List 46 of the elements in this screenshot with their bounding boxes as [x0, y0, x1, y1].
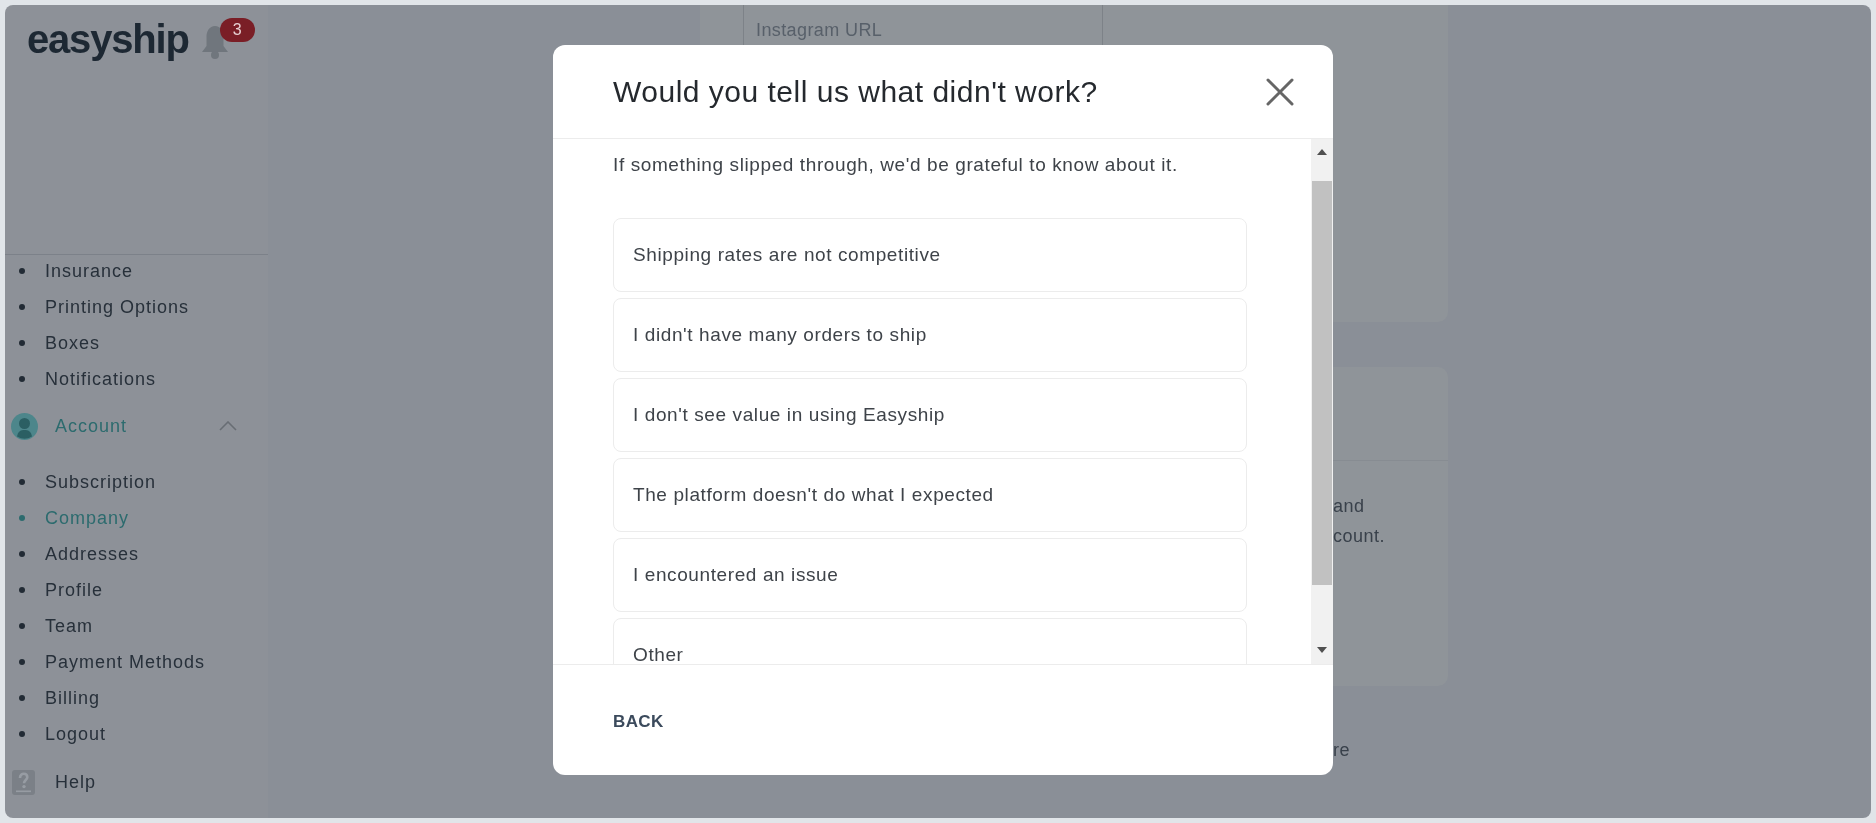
- sidebar-link[interactable]: Boxes: [45, 332, 101, 354]
- page-text: re: [1333, 740, 1350, 760]
- bullet-icon: [19, 304, 25, 310]
- bullet-icon: [19, 515, 25, 521]
- sidebar-link[interactable]: Addresses: [45, 543, 140, 565]
- sidebar-link[interactable]: Profile: [45, 579, 104, 601]
- option-button[interactable]: Shipping rates are not competitive: [613, 218, 1247, 292]
- sidebar-link[interactable]: Payment Methods: [45, 651, 206, 673]
- help-icon: [12, 769, 35, 795]
- bullet-icon: [19, 587, 25, 593]
- bullet-icon: [19, 376, 25, 382]
- sidebar-link[interactable]: Logout: [45, 723, 107, 745]
- bullet-icon: [19, 695, 25, 701]
- sidebar-link[interactable]: Insurance: [45, 260, 134, 282]
- bullet-icon: [19, 731, 25, 737]
- modal-title: Would you tell us what didn't work?: [613, 74, 1098, 109]
- bullet-icon: [19, 479, 25, 485]
- scroll-up-icon[interactable]: [1317, 149, 1327, 155]
- option-button[interactable]: The platform doesn't do what I expected: [613, 458, 1247, 532]
- card-text: count.: [1333, 525, 1386, 548]
- notification-badge: 3: [219, 18, 255, 42]
- option-button[interactable]: Other: [613, 618, 1247, 664]
- option-button[interactable]: I don't see value in using Easyship: [613, 378, 1247, 452]
- sidebar-link[interactable]: Billing: [45, 687, 101, 709]
- close-button[interactable]: [1266, 77, 1294, 106]
- card-text: and: [1333, 495, 1365, 518]
- bell-icon[interactable]: [200, 25, 229, 59]
- bullet-icon: [19, 268, 25, 274]
- option-button[interactable]: I encountered an issue: [613, 538, 1247, 612]
- bullet-icon: [19, 659, 25, 665]
- logo[interactable]: easyship: [27, 19, 189, 59]
- sidebar-link[interactable]: Team: [45, 615, 93, 637]
- sidebar-link[interactable]: Printing Options: [45, 296, 190, 318]
- sidebar-link[interactable]: Subscription: [45, 471, 157, 493]
- scrollbar-thumb[interactable]: [1312, 181, 1332, 585]
- scrollbar-track[interactable]: [1311, 139, 1333, 664]
- bullet-icon: [19, 340, 25, 346]
- sidebar-link[interactable]: Notifications: [45, 368, 157, 390]
- modal-subtitle: If something slipped through, we'd be grateful to know about it.: [613, 153, 1179, 177]
- user-avatar-icon: [11, 412, 38, 440]
- help-link[interactable]: Help: [5, 752, 97, 812]
- bullet-icon: [19, 551, 25, 557]
- bullet-icon: [19, 623, 25, 629]
- option-button[interactable]: I didn't have many orders to ship: [613, 298, 1247, 372]
- back-button[interactable]: BACK: [613, 712, 664, 732]
- scroll-down-icon[interactable]: [1317, 647, 1327, 653]
